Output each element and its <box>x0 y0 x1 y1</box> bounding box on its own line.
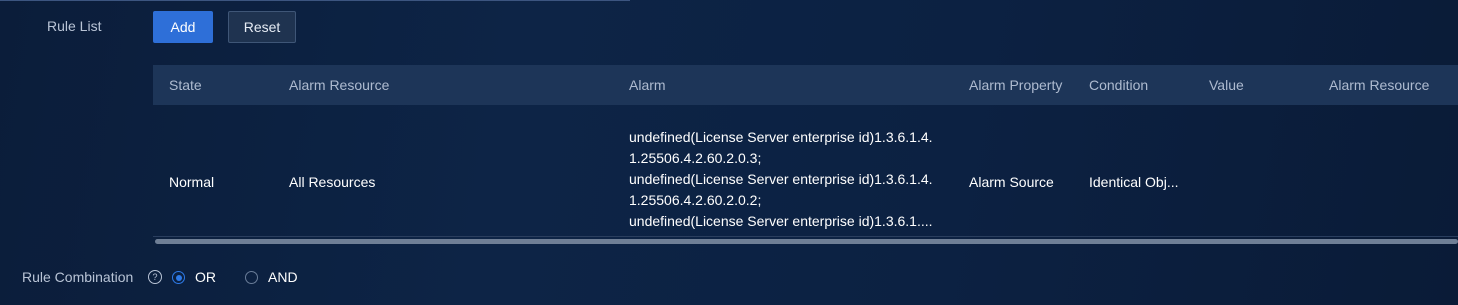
rule-table: State Alarm Resource Alarm Alarm Propert… <box>153 65 1458 244</box>
column-header-state[interactable]: State <box>169 65 202 105</box>
cell-state: Normal <box>169 174 215 190</box>
rule-combination-label: Rule Combination <box>22 269 134 285</box>
reset-button[interactable]: Reset <box>228 11 296 43</box>
column-header-alarm[interactable]: Alarm <box>629 65 666 105</box>
top-divider <box>0 0 630 1</box>
cell-condition: Identical Obj... <box>1089 174 1179 190</box>
column-header-alarm-resource-2[interactable]: Alarm Resource <box>1329 65 1429 105</box>
table-header: State Alarm Resource Alarm Alarm Propert… <box>153 65 1458 105</box>
add-button[interactable]: Add <box>153 11 213 43</box>
row-divider <box>153 236 1458 237</box>
column-header-value[interactable]: Value <box>1209 65 1244 105</box>
radio-and[interactable] <box>245 271 258 284</box>
radio-or[interactable] <box>172 271 185 284</box>
column-header-alarm-property[interactable]: Alarm Property <box>969 65 1062 105</box>
column-header-condition[interactable]: Condition <box>1089 65 1148 105</box>
alarm-line: 1.25506.4.2.60.2.0.2; <box>629 192 762 208</box>
cell-alarm-resource: All Resources <box>289 174 376 190</box>
alarm-line: undefined(License Server enterprise id)1… <box>629 213 933 229</box>
column-header-alarm-resource[interactable]: Alarm Resource <box>289 65 389 105</box>
radio-and-label[interactable]: AND <box>268 269 298 285</box>
alarm-line: undefined(License Server enterprise id)1… <box>629 129 933 145</box>
question-circle-icon[interactable]: ? <box>148 270 162 284</box>
alarm-line: undefined(License Server enterprise id)1… <box>629 171 933 187</box>
horizontal-scrollbar[interactable] <box>155 239 1458 244</box>
alarm-line: 1.25506.4.2.60.2.0.3; <box>629 150 762 166</box>
cell-alarm: undefined(License Server enterprise id)1… <box>629 127 959 232</box>
cell-alarm-property: Alarm Source <box>969 174 1054 190</box>
rule-list-label: Rule List <box>47 18 102 34</box>
table-row[interactable]: Normal All Resources undefined(License S… <box>153 105 1458 237</box>
radio-or-label[interactable]: OR <box>195 269 216 285</box>
